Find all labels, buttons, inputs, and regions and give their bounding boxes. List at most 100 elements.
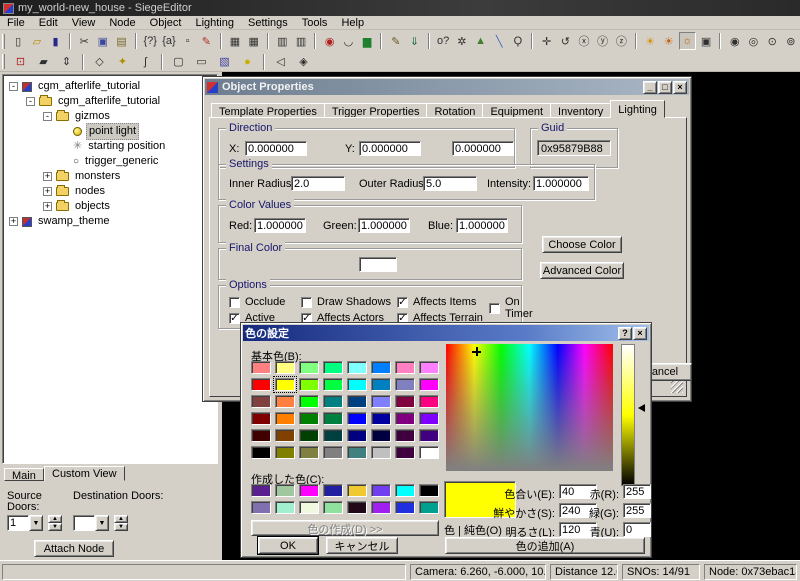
define-custom-colors-button[interactable]: 色の作成(D) >> <box>251 520 439 536</box>
color-picker-title-bar[interactable]: 色の設定 ? × <box>243 325 649 341</box>
menu-tools[interactable]: Tools <box>295 16 335 30</box>
color-swatch[interactable] <box>395 378 415 391</box>
bulb-small-button[interactable]: ● <box>237 53 258 71</box>
gizmo-query-button[interactable]: ✲ <box>454 32 471 50</box>
collapse-icon[interactable]: - <box>43 112 52 121</box>
light-edit-button[interactable]: ☼ <box>679 32 696 50</box>
tree-item-nodes[interactable]: +nodes <box>3 184 217 199</box>
luminance-bar[interactable] <box>621 344 635 486</box>
color-swatch[interactable] <box>395 501 415 514</box>
color-swatch[interactable] <box>371 429 391 442</box>
color-cube-button[interactable]: ▧ <box>214 53 235 71</box>
tree-item-gizmos[interactable]: -gizmos <box>3 109 217 124</box>
object-properties-title-bar[interactable]: Object Properties _ □ × <box>205 79 689 95</box>
color-swatch[interactable] <box>347 429 367 442</box>
node-page-button[interactable]: ▢ <box>168 53 189 71</box>
tab-equipment[interactable]: Equipment <box>482 103 551 118</box>
color-swatch[interactable] <box>251 429 271 442</box>
direction-z-field[interactable] <box>452 141 514 156</box>
paste-button[interactable]: ▤ <box>113 32 130 50</box>
menu-settings[interactable]: Settings <box>241 16 295 30</box>
spin-up-icon[interactable]: ▲ <box>48 515 62 523</box>
mode-u-button[interactable]: ◡ <box>340 32 357 50</box>
attach-node-button[interactable]: Attach Node <box>34 540 114 557</box>
node-grid-b-button[interactable]: ▦ <box>245 32 262 50</box>
green-field[interactable] <box>358 218 410 233</box>
tree-item-cgm-afterlife-tutorial[interactable]: -cgm_afterlife_tutorial <box>3 94 217 109</box>
spin-down-icon[interactable]: ▼ <box>48 523 62 531</box>
color-swatch[interactable] <box>371 501 391 514</box>
tree-item-trigger-generic[interactable]: ○trigger_generic <box>3 154 217 169</box>
color-swatch[interactable] <box>347 484 367 497</box>
diamond-select-button[interactable]: ◇ <box>89 53 110 71</box>
color-swatch[interactable] <box>275 412 295 425</box>
advanced-color-button[interactable]: Advanced Color <box>540 262 624 279</box>
tree-item-starting-position[interactable]: ✳starting position <box>3 139 217 154</box>
object-query-button[interactable]: o? <box>435 32 452 50</box>
region-select-button[interactable]: ▫ <box>179 32 196 50</box>
paintbrush-button[interactable]: ✎ <box>198 32 215 50</box>
resize-grip[interactable] <box>671 381 683 393</box>
luminance-marker-icon[interactable] <box>638 404 645 412</box>
color-swatch[interactable] <box>251 484 271 497</box>
color-swatch[interactable] <box>299 501 319 514</box>
hue-saturation-field[interactable] <box>446 344 613 471</box>
color-swatch[interactable] <box>275 446 295 459</box>
color-swatch[interactable] <box>371 378 391 391</box>
lock-z-button[interactable]: ⓩ <box>613 32 630 50</box>
outer-radius-field[interactable] <box>423 176 477 191</box>
color-swatch[interactable] <box>395 446 415 459</box>
sun-button[interactable]: ☀ <box>642 32 659 50</box>
blue-field[interactable] <box>456 218 508 233</box>
color-swatch[interactable] <box>395 484 415 497</box>
ok-button[interactable]: OK <box>258 537 318 554</box>
tree-item-cgm-afterlife-tutorial[interactable]: -cgm_afterlife_tutorial <box>3 79 217 94</box>
checkbox-occlude[interactable]: Occlude <box>229 296 285 308</box>
menu-edit[interactable]: Edit <box>32 16 65 30</box>
drop-arrow-button[interactable]: ⇓ <box>406 32 423 50</box>
rotate-button[interactable]: ↺ <box>557 32 574 50</box>
checkbox-on-timer[interactable]: On Timer <box>489 296 533 320</box>
color-swatch[interactable] <box>275 501 295 514</box>
lamp-post-button[interactable]: Ϙ <box>510 32 527 50</box>
toolbar-grip[interactable] <box>2 54 5 69</box>
menu-lighting[interactable]: Lighting <box>188 16 241 30</box>
menu-help[interactable]: Help <box>334 16 371 30</box>
add-to-custom-colors-button[interactable]: 色の追加(A) <box>445 537 645 554</box>
color-swatch[interactable] <box>419 412 439 425</box>
menu-file[interactable]: File <box>0 16 32 30</box>
collapse-icon[interactable]: - <box>9 82 18 91</box>
checkbox-icon[interactable]: ✓ <box>229 313 240 324</box>
color-swatch[interactable] <box>395 429 415 442</box>
color-swatch[interactable] <box>371 361 391 374</box>
close-icon[interactable]: × <box>633 327 647 340</box>
tree-item-monsters[interactable]: +monsters <box>3 169 217 184</box>
red-value-field[interactable] <box>623 484 651 499</box>
color-swatch[interactable] <box>251 412 271 425</box>
expand-icon[interactable]: + <box>43 187 52 196</box>
color-swatch[interactable] <box>419 484 439 497</box>
color-swatch[interactable] <box>275 484 295 497</box>
terrain-green-button[interactable]: ▆ <box>359 32 376 50</box>
eye-draw-button[interactable]: ⊙ <box>764 32 781 50</box>
tab-rotation[interactable]: Rotation <box>426 103 483 118</box>
checkbox-icon[interactable]: ✓ <box>397 297 408 308</box>
copy-button[interactable]: ▣ <box>95 32 112 50</box>
color-swatch[interactable] <box>371 395 391 408</box>
flashlight-button[interactable]: ✦ <box>112 53 133 71</box>
color-swatch[interactable] <box>347 412 367 425</box>
color-swatch[interactable] <box>347 501 367 514</box>
destination-doors-combo[interactable]: ▼ <box>73 515 109 531</box>
menu-object[interactable]: Object <box>143 16 189 30</box>
color-swatch[interactable] <box>299 412 319 425</box>
color-swatch[interactable] <box>419 395 439 408</box>
color-swatch[interactable] <box>323 412 343 425</box>
sword-button[interactable]: ╲ <box>491 32 508 50</box>
save-button[interactable]: ▮ <box>47 32 64 50</box>
chevron-down-icon[interactable]: ▼ <box>95 515 109 531</box>
chevron-down-icon[interactable]: ▼ <box>29 515 43 531</box>
tree-item-objects[interactable]: +objects <box>3 199 217 214</box>
color-swatch[interactable] <box>251 446 271 459</box>
tab-lighting[interactable]: Lighting <box>610 100 665 118</box>
hand-edit-button[interactable]: ✎ <box>387 32 404 50</box>
